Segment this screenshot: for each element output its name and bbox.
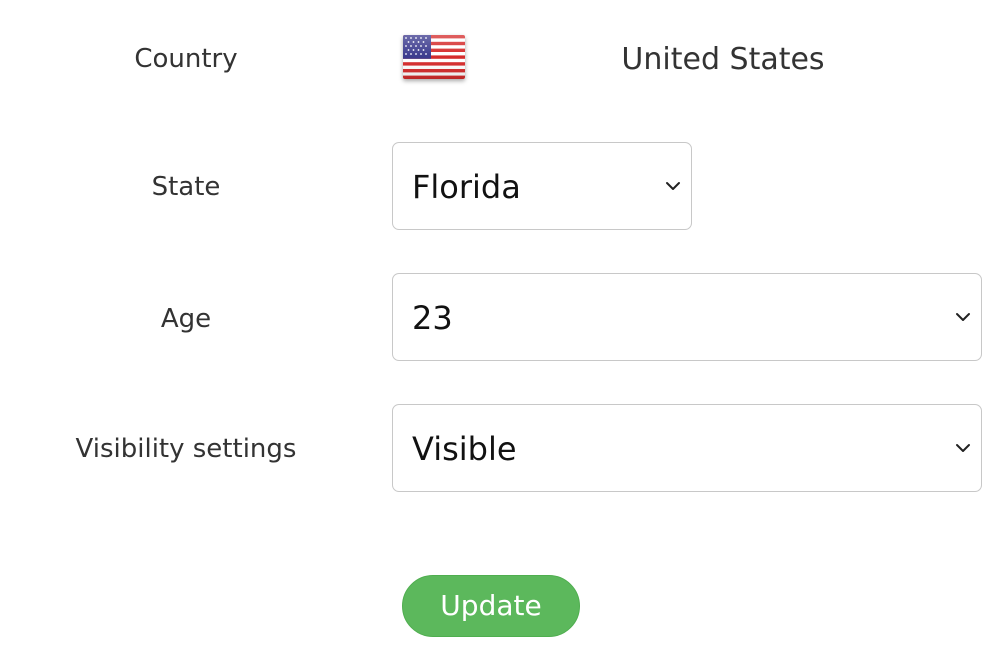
chevron-down-icon [666, 182, 680, 190]
age-label: Age [160, 304, 212, 334]
update-button[interactable]: Update [402, 575, 580, 637]
state-selected-value: Florida [412, 168, 521, 206]
state-select[interactable]: Florida [392, 142, 692, 230]
visibility-settings-label: Visibility settings [75, 434, 297, 464]
country-label: Country [134, 44, 238, 74]
age-select[interactable]: 23 [392, 273, 982, 361]
country-value: United States [621, 42, 825, 77]
age-selected-value: 23 [412, 299, 453, 337]
chevron-down-icon [956, 313, 970, 321]
visibility-select[interactable]: Visible [392, 404, 982, 492]
state-label: State [151, 172, 221, 202]
chevron-down-icon [956, 444, 970, 452]
visibility-selected-value: Visible [412, 430, 517, 468]
us-flag-icon [403, 35, 465, 79]
